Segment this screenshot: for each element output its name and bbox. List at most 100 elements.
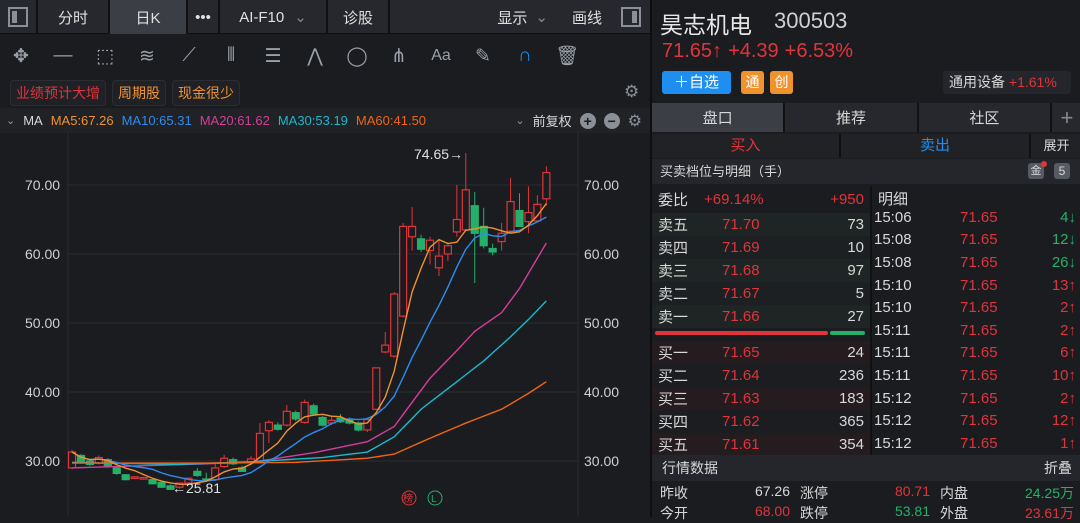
fold-button[interactable]: 折叠 (1044, 455, 1072, 481)
adjust-dropdown[interactable]: 前复权 (533, 111, 572, 130)
sector-link[interactable]: 通用设备 +1.61% (943, 71, 1071, 94)
tick-price: 71.65 (960, 366, 998, 384)
candle-body (291, 412, 300, 420)
tick-volume: 4↓ (1060, 212, 1076, 226)
tick-price: 71.65 (960, 231, 998, 249)
tab-ai-f10[interactable]: AI-F10 ⌄ (220, 0, 328, 34)
toggle-left-panel-button[interactable] (0, 0, 38, 34)
display-dropdown[interactable]: 显示 ⌄ (390, 0, 562, 34)
candle-body (139, 476, 148, 480)
tick-time: 15:12 (874, 434, 912, 452)
y-tick-label-right: 50.00 (584, 315, 619, 331)
level-label: 买五 (658, 437, 689, 454)
sector-name: 通用设备 (949, 74, 1005, 90)
fibonacci-icon[interactable]: ☰ (252, 45, 294, 68)
rectangle-icon[interactable]: ⬚ (84, 45, 126, 68)
orderbook-row[interactable]: 卖五 71.70 73 (652, 213, 870, 236)
wave-icon[interactable]: ⋀ (294, 45, 336, 68)
buy-sell-ratio-bar (655, 331, 865, 335)
tick-volume: 12↑ (1051, 412, 1076, 430)
buy-button[interactable]: 买入 (652, 134, 841, 158)
quote-value: 67.26 (754, 483, 790, 499)
orderbook-row[interactable]: 买五 71.61 354 (652, 433, 870, 456)
add-tab-icon[interactable]: + (1052, 103, 1080, 132)
orderbook-row[interactable]: 买二 71.64 236 (652, 364, 870, 387)
level-volume: 10 (847, 239, 864, 256)
drawing-toolbar: ✥ — ⬚ ≋ ⟋ ⦀ ☰ ⋀ ◯ ⋔ Aa ✎ ∩ 🗑 (0, 36, 650, 76)
candlestick-chart[interactable]: 70.00 70.00 60.00 60.00 50.00 50.00 40.00 40.00… (0, 133, 650, 517)
trash-icon[interactable]: 🗑 (546, 44, 588, 68)
tick-time: 15:10 (874, 276, 912, 294)
toggle-right-panel-button[interactable] (612, 0, 650, 34)
tab-recommend[interactable]: 推荐 (785, 103, 919, 132)
tick-price: 71.65 (960, 434, 998, 452)
candle-body (273, 424, 282, 430)
candle-body (524, 211, 533, 223)
candle-body (264, 421, 273, 432)
fan-icon[interactable]: ≋ (126, 45, 168, 68)
orderbook-row[interactable]: 卖三 71.68 97 (652, 259, 870, 282)
orderbook-row[interactable]: 买三 71.63 183 (652, 387, 870, 410)
quote-value: 24.25万 (1024, 485, 1074, 501)
move-icon[interactable]: ✥ (0, 45, 42, 68)
gear-icon[interactable]: ⚙ (628, 111, 642, 131)
zoom-in-icon[interactable]: + (579, 112, 596, 129)
orderbook-row[interactable]: 卖一 71.66 27 (652, 305, 870, 328)
orderbook-row[interactable]: 卖二 71.67 5 (652, 282, 870, 305)
level-label: 买二 (658, 368, 689, 385)
tab-community[interactable]: 社区 (919, 103, 1052, 132)
concept-tag[interactable]: 周期股 (112, 80, 166, 106)
orderbook-title: 买卖档位与明细（手） (660, 164, 791, 179)
panel-icon (8, 7, 28, 27)
more-button[interactable]: ••• (188, 0, 220, 34)
tab-orderbook[interactable]: 盘口 (652, 103, 786, 132)
candle-body (434, 255, 444, 269)
eraser-icon[interactable]: ✎ (462, 45, 504, 68)
zoom-out-icon[interactable]: − (603, 112, 620, 129)
line-icon[interactable]: — (42, 45, 84, 67)
panel-icon (621, 7, 641, 27)
parallel-lines-icon[interactable]: ⦀ (210, 45, 252, 67)
display-label: 显示 (497, 9, 528, 27)
draw-button[interactable]: 画线 (562, 0, 612, 34)
segment-icon[interactable]: ⟋ (168, 45, 210, 67)
candle-body (506, 200, 515, 232)
y-tick-label-right: 60.00 (584, 246, 619, 262)
tick-time: 15:11 (874, 366, 911, 384)
candle-body (399, 225, 408, 317)
circle-icon[interactable]: ◯ (336, 45, 378, 68)
tab-daily-k[interactable]: 日K (110, 0, 188, 34)
gear-icon[interactable]: ⚙ (624, 82, 639, 102)
price-row: 71.65↑ +4.39 +6.53% (662, 40, 853, 63)
add-watchlist-button[interactable]: ＋自选 (662, 71, 731, 94)
l-marker-text: L (431, 494, 437, 505)
orderbook-row[interactable]: 买四 71.62 365 (652, 410, 870, 433)
tick-time: 15:11 (874, 344, 911, 362)
level-selector[interactable]: 5 (1054, 163, 1070, 179)
tick-price: 71.65 (960, 299, 998, 317)
expand-button[interactable]: 展开 (1031, 134, 1080, 158)
sell-button[interactable]: 卖出 (841, 134, 1031, 158)
rank-marker-text: 榜 (403, 492, 413, 505)
orderbook-row[interactable]: 卖四 71.69 10 (652, 236, 870, 259)
candle-body (121, 474, 130, 481)
concept-tag[interactable]: 现金很少 (172, 80, 240, 106)
level-volume: 365 (838, 413, 864, 430)
tick-time: 15:10 (874, 299, 912, 317)
level-volume: 183 (838, 390, 864, 407)
tab-intraday[interactable]: 分时 (38, 0, 110, 34)
tab-diagnose[interactable]: 诊股 (328, 0, 390, 34)
magnet-icon[interactable]: ∩ (504, 45, 546, 67)
ratio-label: 委比 (658, 191, 689, 209)
buy-ratio-fill (655, 331, 828, 335)
tick-price: 71.65 (960, 276, 998, 294)
chevron-down-icon[interactable]: ⌄ (6, 114, 15, 127)
ma-value: MA10:65.31 (121, 113, 192, 128)
level-volume: 5 (855, 285, 864, 302)
pitchfork-icon[interactable]: ⋔ (378, 45, 420, 68)
concept-tag[interactable]: 业绩预计大增 (10, 80, 106, 106)
orderbook-row[interactable]: 买一 71.65 24 (652, 341, 870, 364)
level-label: 卖一 (658, 309, 689, 326)
tick-row: 15:08 71.65 12↓ (872, 229, 1080, 252)
text-icon[interactable]: Aa (420, 47, 462, 65)
